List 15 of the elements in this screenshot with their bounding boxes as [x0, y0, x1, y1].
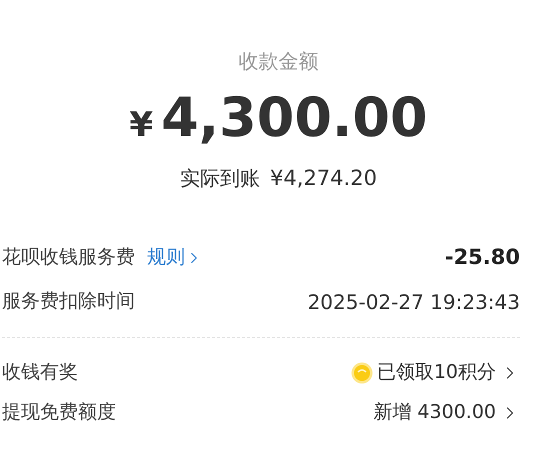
detail-link[interactable]: 新增 4300.00	[373, 398, 520, 427]
row-value: -25.80	[444, 244, 520, 271]
row-label: 收钱有奖	[2, 360, 78, 386]
row-label: 花呗收钱服务费	[2, 245, 135, 270]
amount-value: 4,300.00	[161, 86, 428, 150]
received-label: 实际到账	[180, 165, 260, 192]
detail-link[interactable]: 已领取10积分	[350, 358, 520, 387]
amount-title: 收款金额	[238, 48, 318, 75]
row-value: 2025-02-27 19:23:43	[308, 288, 520, 316]
received-amount: ¥4,274.20	[270, 165, 377, 192]
coin-icon	[350, 362, 373, 384]
row-label: 服务费扣除时间	[2, 289, 135, 314]
rules-link[interactable]: 规则	[147, 243, 203, 272]
row-label: 提现免费额度	[2, 400, 116, 426]
currency-symbol: ¥	[129, 104, 154, 147]
